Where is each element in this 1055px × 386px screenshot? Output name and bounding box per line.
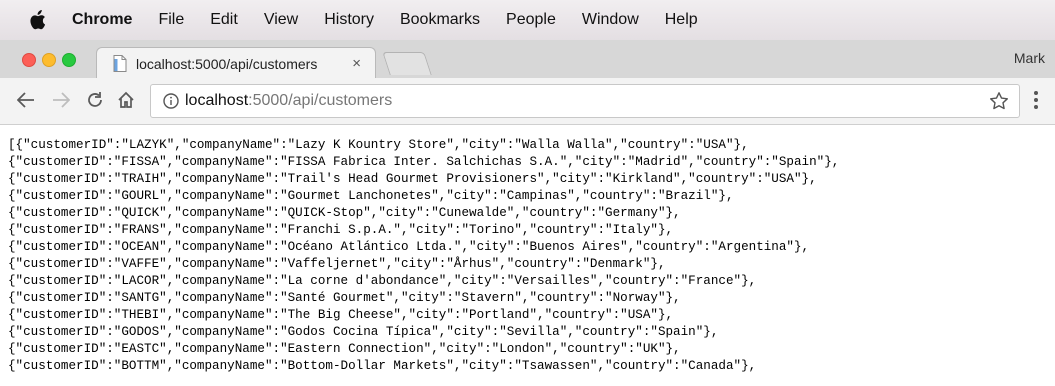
- page-document-icon: [113, 55, 127, 72]
- menu-app-chrome[interactable]: Chrome: [72, 11, 132, 29]
- address-bar[interactable]: localhost:5000/api/customers: [150, 84, 1020, 118]
- menu-help[interactable]: Help: [665, 11, 698, 29]
- json-response-body: [{"customerID":"LAZYK","companyName":"La…: [0, 125, 1055, 375]
- macos-menu-bar: Chrome File Edit View History Bookmarks …: [0, 0, 1055, 40]
- json-line: {"customerID":"BOTTM","companyName":"Bot…: [8, 359, 757, 373]
- url-path: :5000/api/customers: [248, 92, 393, 109]
- json-line: {"customerID":"VAFFE","companyName":"Vaf…: [8, 257, 666, 271]
- json-line: {"customerID":"TRAIH","companyName":"Tra…: [8, 172, 817, 186]
- menu-file[interactable]: File: [158, 11, 184, 29]
- tab-title: localhost:5000/api/customers: [136, 55, 318, 72]
- json-line: {"customerID":"FRANS","companyName":"Fra…: [8, 223, 674, 237]
- back-arrow-icon[interactable]: [14, 88, 38, 112]
- tab-strip: localhost:5000/api/customers × Mark: [0, 40, 1055, 79]
- new-tab-button[interactable]: [382, 52, 432, 75]
- json-line: {"customerID":"GODOS","companyName":"God…: [8, 325, 719, 339]
- profile-name[interactable]: Mark: [1014, 50, 1045, 66]
- json-line: {"customerID":"QUICK","companyName":"QUI…: [8, 206, 681, 220]
- url-host: localhost: [185, 92, 249, 109]
- json-line: {"customerID":"THEBI","companyName":"The…: [8, 308, 674, 322]
- tab-close-icon[interactable]: ×: [352, 55, 361, 72]
- apple-icon[interactable]: [28, 9, 50, 31]
- menu-people[interactable]: People: [506, 11, 556, 29]
- json-line: [{"customerID":"LAZYK","companyName":"La…: [8, 138, 749, 152]
- forward-arrow-icon[interactable]: [49, 88, 73, 112]
- json-line: {"customerID":"OCEAN","companyName":"Océ…: [8, 240, 810, 254]
- page-content: [{"customerID":"LAZYK","companyName":"La…: [0, 125, 1055, 386]
- reload-icon[interactable]: [83, 88, 107, 112]
- more-menu-icon[interactable]: [1031, 90, 1041, 112]
- menu-window[interactable]: Window: [582, 11, 639, 29]
- json-line: {"customerID":"FISSA","companyName":"FIS…: [8, 155, 840, 169]
- json-line: {"customerID":"SANTG","companyName":"San…: [8, 291, 681, 305]
- bookmark-star-icon[interactable]: [989, 91, 1009, 111]
- home-icon[interactable]: [114, 88, 138, 112]
- json-line: {"customerID":"EASTC","companyName":"Eas…: [8, 342, 681, 356]
- tab-customers[interactable]: localhost:5000/api/customers ×: [96, 47, 376, 79]
- window-close-button[interactable]: [22, 53, 36, 67]
- menu-history[interactable]: History: [324, 11, 374, 29]
- json-line: {"customerID":"GOURL","companyName":"Gou…: [8, 189, 734, 203]
- window-minimize-button[interactable]: [42, 53, 56, 67]
- menu-view[interactable]: View: [264, 11, 298, 29]
- json-line: {"customerID":"LACOR","companyName":"La …: [8, 274, 757, 288]
- menu-bookmarks[interactable]: Bookmarks: [400, 11, 480, 29]
- menu-edit[interactable]: Edit: [210, 11, 238, 29]
- browser-toolbar: localhost:5000/api/customers: [0, 78, 1055, 125]
- window-zoom-button[interactable]: [62, 53, 76, 67]
- info-icon[interactable]: [163, 93, 179, 109]
